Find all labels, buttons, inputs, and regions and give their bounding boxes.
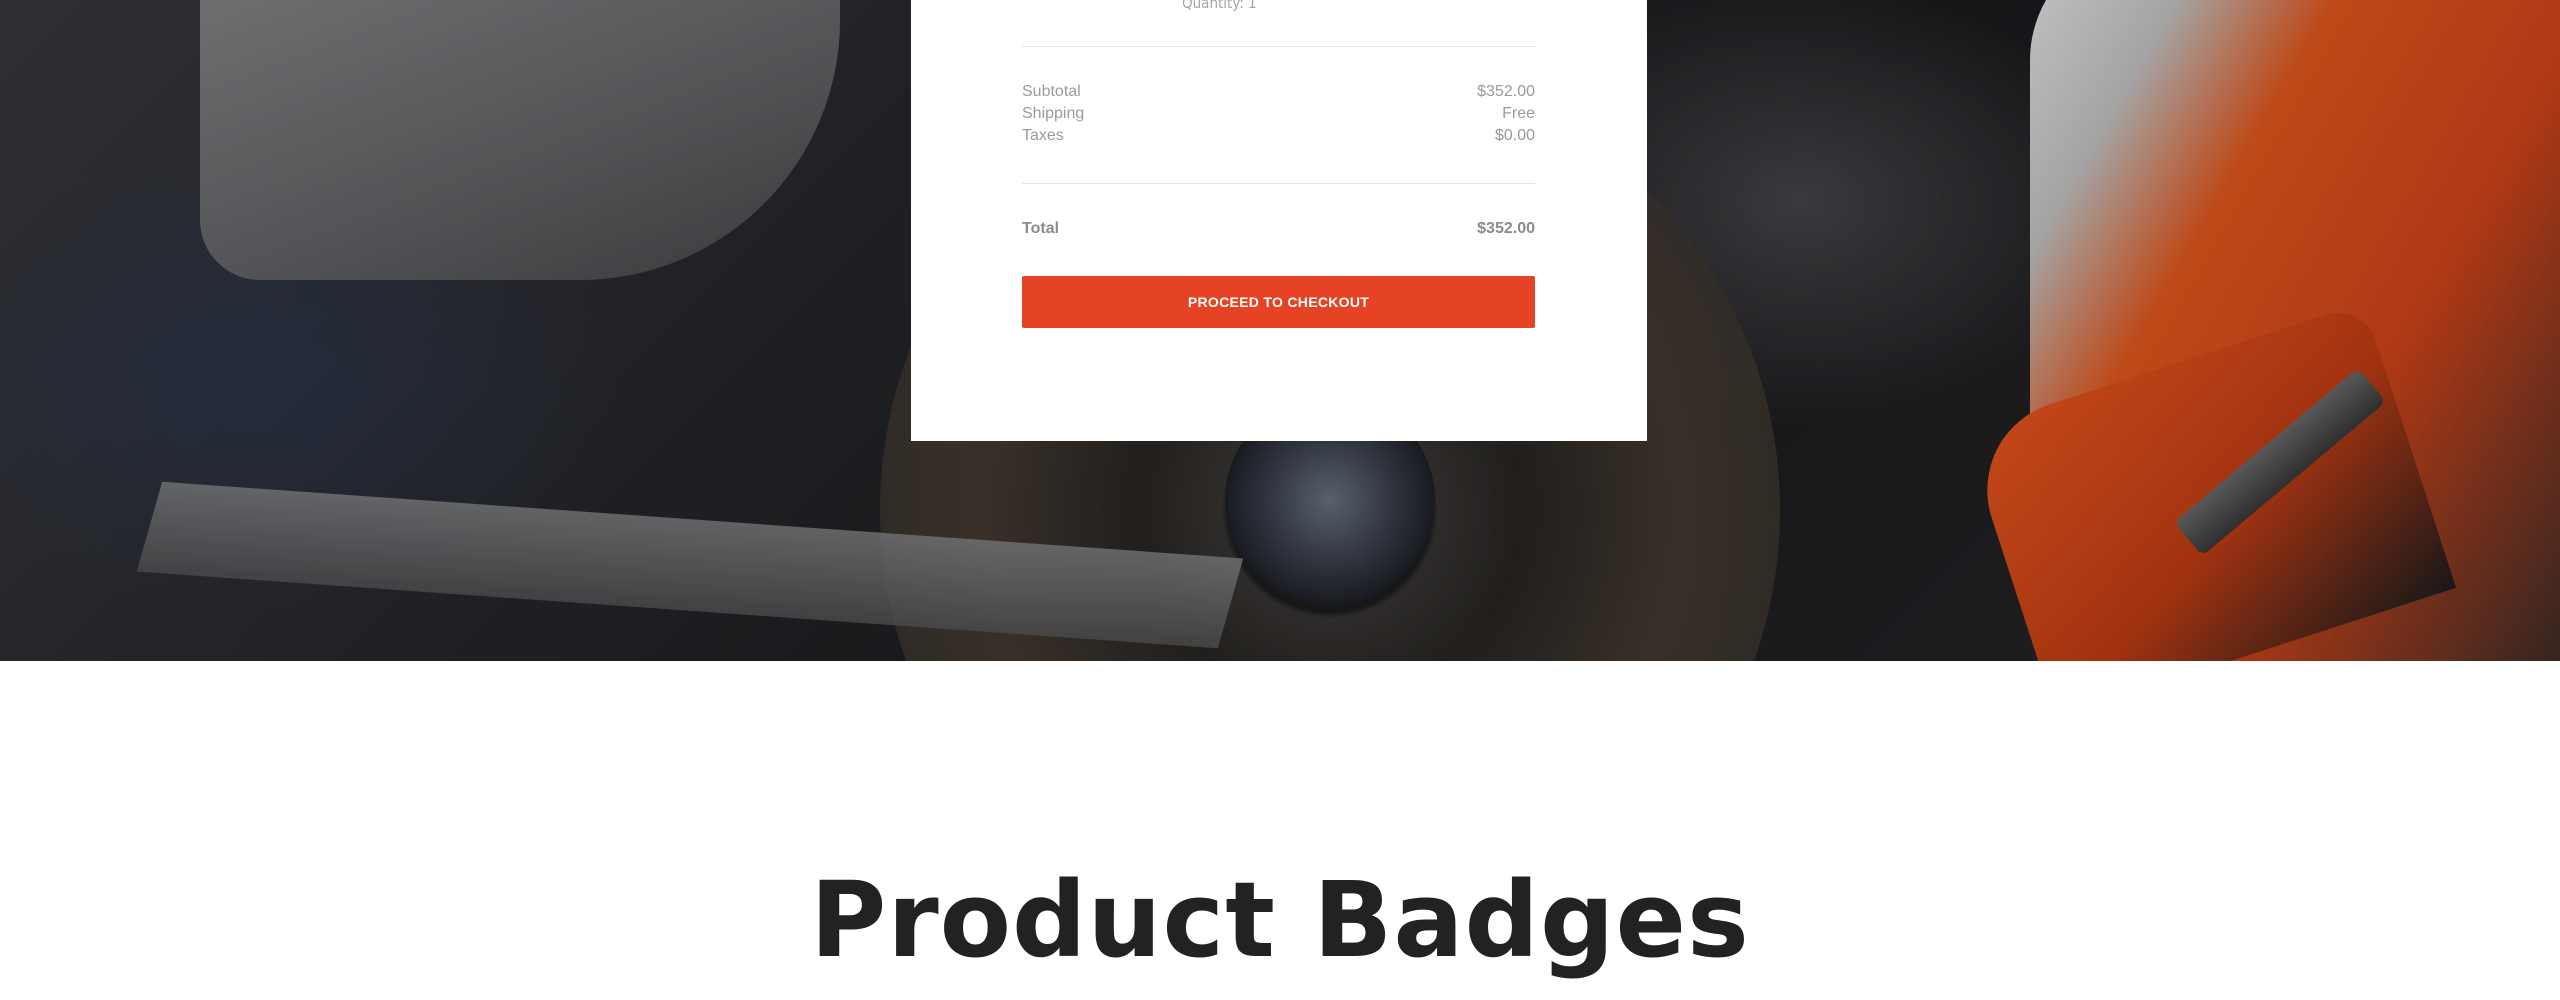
taxes-value: $0.00 [1494,127,1535,144]
subtotal-value: $352.00 [1477,83,1535,100]
cart-summary-card: Quantity: 1 Subtotal $352.00 Shipping Fr… [911,0,1647,441]
section-title: Product Badges [810,859,1750,981]
subtotal-row: Subtotal $352.00 [1022,81,1535,103]
total-value: $352.00 [1477,220,1535,237]
subtotal-label: Subtotal [1022,83,1081,100]
taxes-label: Taxes [1022,127,1064,144]
item-quantity: Quantity: 1 [1182,0,1257,12]
total-label: Total [1022,220,1060,237]
shipping-row: Shipping Free [1022,103,1535,125]
shipping-value: Free [1502,105,1535,122]
proceed-to-checkout-button[interactable]: PROCEED TO CHECKOUT [1022,276,1535,328]
divider [1022,46,1535,47]
divider [1022,183,1535,184]
total-row: Total $352.00 [1022,218,1535,240]
taxes-row: Taxes $0.00 [1022,125,1535,147]
shipping-label: Shipping [1022,105,1085,122]
checkout-button-label: PROCEED TO CHECKOUT [1187,294,1370,310]
